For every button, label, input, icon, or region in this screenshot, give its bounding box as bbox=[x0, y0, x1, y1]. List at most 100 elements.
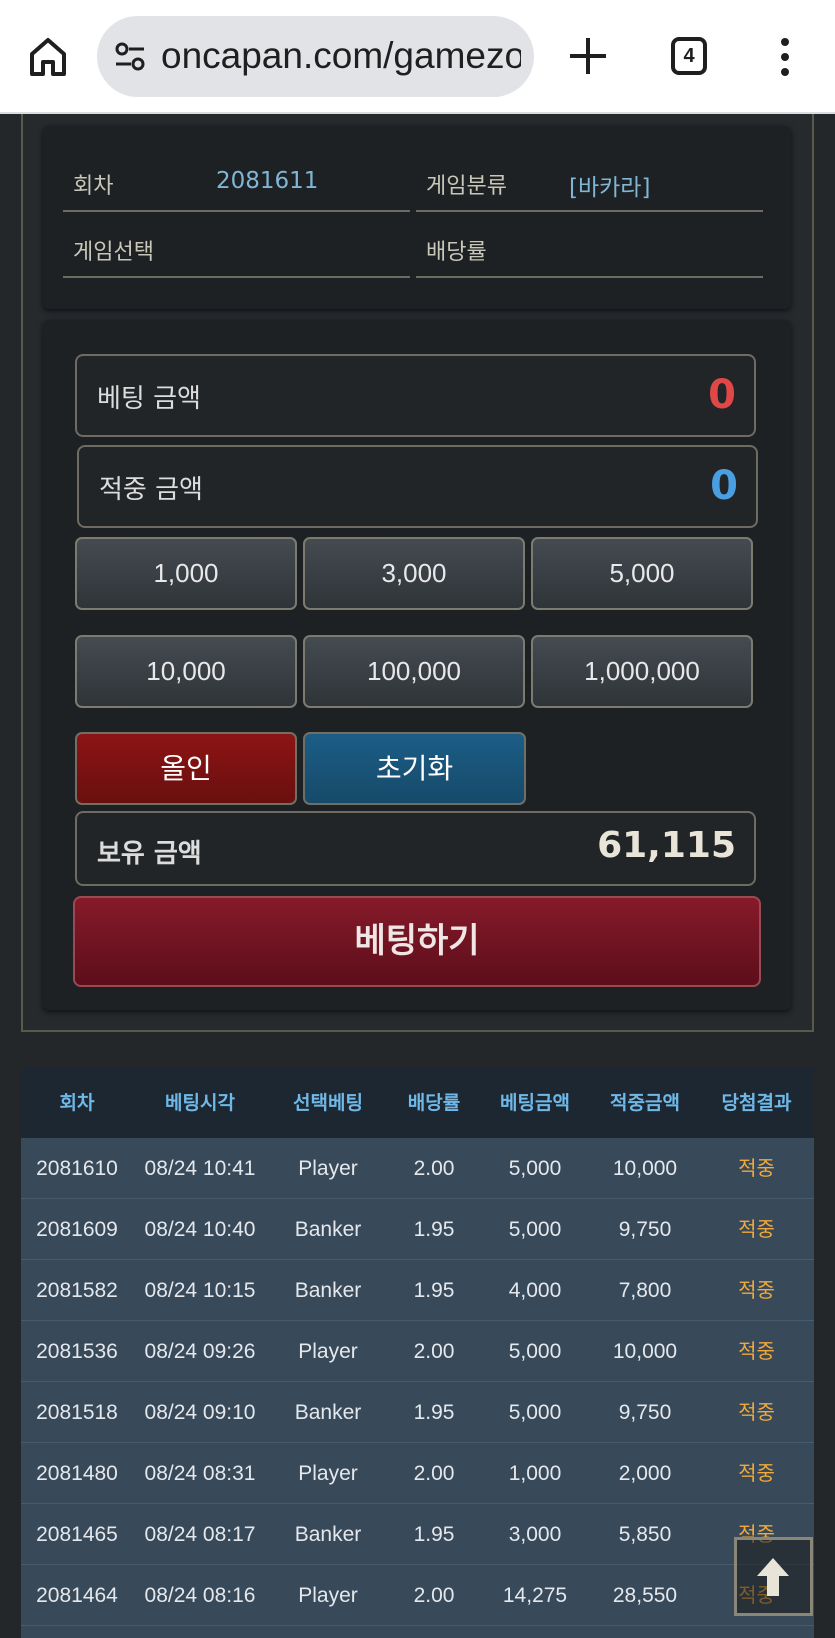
bet-cell: 3,000 bbox=[508, 1523, 562, 1546]
column-header: 적중금액 bbox=[610, 1092, 680, 1114]
odds-cell: 2.00 bbox=[413, 1157, 455, 1180]
odds-cell: 1.95 bbox=[413, 1523, 455, 1546]
round-cell: 2081582 bbox=[36, 1279, 118, 1302]
bet-cell: 1,000 bbox=[508, 1462, 562, 1485]
round-cell: 2081464 bbox=[36, 1584, 118, 1607]
time-cell: 08/24 10:40 bbox=[144, 1218, 256, 1241]
selection-cell: Banker bbox=[294, 1523, 362, 1546]
round-value: 2081611 bbox=[216, 168, 319, 194]
round-cell: 회차 2081611 bbox=[63, 156, 410, 212]
round-info-card: 회차 2081611 게임분류 [바카라] 게임선택 배당률 bbox=[43, 126, 791, 309]
table-row: 2081610 08/24 10:41 Player 2.00 5,000 10,000 적… bbox=[21, 1138, 814, 1199]
result-cell: 적중 bbox=[738, 1217, 775, 1241]
time-cell: 08/24 10:41 bbox=[144, 1157, 256, 1180]
column-header: 배당률 bbox=[407, 1092, 461, 1114]
win-cell: 28,550 bbox=[612, 1584, 678, 1607]
table-row: 2081464 08/24 08:16 Player 2.00 14,275 28,550… bbox=[21, 1565, 814, 1626]
win-cell: 10,000 bbox=[612, 1340, 678, 1363]
round-cell: 2081465 bbox=[36, 1523, 118, 1546]
table-row: 2081582 08/24 10:15 Banker 1.95 4,000 7,800 적중 bbox=[21, 1260, 814, 1321]
selection-label: 게임선택 bbox=[73, 240, 154, 265]
time-cell: 08/24 10:15 bbox=[144, 1279, 256, 1302]
odds-cell: 2.00 bbox=[413, 1340, 455, 1363]
round-cell: 2081518 bbox=[36, 1401, 118, 1424]
chip-100000-button[interactable]: 100,000 bbox=[303, 635, 525, 708]
win-amount-label: 적중 금액 bbox=[99, 475, 203, 505]
time-cell: 08/24 08:17 bbox=[144, 1523, 256, 1546]
round-cell: 2081610 bbox=[36, 1157, 118, 1180]
bet-cell: 5,000 bbox=[508, 1157, 562, 1180]
address-bar[interactable]: oncapan.com/gamezone bbox=[97, 16, 534, 97]
time-cell: 08/24 09:10 bbox=[144, 1401, 256, 1424]
site-settings-icon[interactable] bbox=[113, 40, 147, 74]
balance-label: 보유 금액 bbox=[97, 839, 202, 869]
bet-cell: 14,275 bbox=[502, 1584, 568, 1607]
more-options-icon[interactable] bbox=[773, 36, 797, 78]
odds-cell: 1.95 bbox=[413, 1401, 455, 1424]
category-cell: 게임분류 [바카라] bbox=[416, 156, 763, 212]
selection-cell: Banker bbox=[294, 1218, 362, 1241]
bet-cell: 5,000 bbox=[508, 1218, 562, 1241]
new-tab-icon[interactable] bbox=[566, 34, 610, 78]
scroll-to-top-button[interactable] bbox=[734, 1537, 813, 1616]
url-text[interactable]: oncapan.com/gamezone bbox=[161, 34, 521, 78]
browser-toolbar: oncapan.com/gamezone 4 bbox=[0, 0, 835, 114]
place-bet-button[interactable]: 베팅하기 bbox=[73, 896, 761, 987]
bet-cell: 5,000 bbox=[508, 1340, 562, 1363]
odds-cell: 배당률 bbox=[416, 222, 763, 278]
result-cell: 적중 bbox=[738, 1156, 775, 1180]
chip-1000-button[interactable]: 1,000 bbox=[75, 537, 297, 610]
result-cell: 적중 bbox=[738, 1400, 775, 1424]
win-cell: 2,000 bbox=[618, 1462, 672, 1485]
table-row: 2081536 08/24 09:26 Player 2.00 5,000 10,000 적… bbox=[21, 1321, 814, 1382]
selection-cell: Player bbox=[298, 1340, 358, 1363]
home-icon[interactable] bbox=[24, 32, 72, 80]
tab-switcher-button[interactable]: 4 bbox=[671, 37, 707, 75]
table-row: 2081465 08/24 08:17 Banker 1.95 3,000 5,850 적중 bbox=[21, 1504, 814, 1565]
selection-cell: Player bbox=[298, 1157, 358, 1180]
bet-cell: 4,000 bbox=[508, 1279, 562, 1302]
round-cell: 2081480 bbox=[36, 1462, 118, 1485]
round-cell: 2081536 bbox=[36, 1340, 118, 1363]
balance-box: 보유 금액 61,115 bbox=[75, 811, 756, 886]
table-row: 2081518 08/24 09:10 Banker 1.95 5,000 9,750 적중 bbox=[21, 1382, 814, 1443]
column-header: 당첨결과 bbox=[721, 1092, 792, 1114]
odds-label: 배당률 bbox=[426, 240, 487, 265]
odds-cell: 2.00 bbox=[413, 1584, 455, 1607]
bet-amount-label: 베팅 금액 bbox=[97, 384, 201, 414]
all-in-button[interactable]: 올인 bbox=[75, 732, 297, 805]
bet-history-table: 회차 베팅시각 선택베팅 배당률 베팅금액 적중금액 당첨결과 2081610 0… bbox=[21, 1068, 814, 1638]
balance-value: 61,115 bbox=[597, 825, 736, 866]
column-header: 베팅금액 bbox=[500, 1092, 570, 1114]
selection-cell: Player bbox=[298, 1462, 358, 1485]
result-cell: 적중 bbox=[738, 1339, 775, 1363]
arrow-up-icon bbox=[757, 1558, 789, 1596]
time-cell: 08/24 08:16 bbox=[144, 1584, 256, 1607]
odds-cell: 1.95 bbox=[413, 1279, 455, 1302]
category-label: 게임분류 bbox=[426, 174, 507, 199]
reset-button[interactable]: 초기화 bbox=[303, 732, 526, 805]
time-cell: 08/24 09:26 bbox=[144, 1340, 256, 1363]
table-header: 회차 베팅시각 선택베팅 배당률 베팅금액 적중금액 당첨결과 bbox=[21, 1068, 814, 1138]
round-cell: 2081609 bbox=[36, 1218, 118, 1241]
chip-3000-button[interactable]: 3,000 bbox=[303, 537, 525, 610]
bet-amount-box: 베팅 금액 0 bbox=[75, 354, 756, 437]
chip-1000000-button[interactable]: 1,000,000 bbox=[531, 635, 753, 708]
category-value: [바카라] bbox=[569, 175, 651, 201]
time-cell: 08/24 08:31 bbox=[144, 1462, 256, 1485]
selection-cell: Banker bbox=[294, 1279, 362, 1302]
selection-cell: Banker bbox=[294, 1401, 362, 1424]
selection-cell: Player bbox=[298, 1584, 358, 1607]
bet-amount-value: 0 bbox=[708, 372, 736, 418]
table-row: 2081609 08/24 10:40 Banker 1.95 5,000 9,750 적중 bbox=[21, 1199, 814, 1260]
win-cell: 9,750 bbox=[618, 1401, 672, 1424]
win-amount-box: 적중 금액 0 bbox=[77, 445, 758, 528]
win-amount-value: 0 bbox=[710, 463, 738, 509]
odds-cell: 2.00 bbox=[413, 1462, 455, 1485]
odds-cell: 1.95 bbox=[413, 1218, 455, 1241]
column-header: 회차 bbox=[59, 1092, 95, 1114]
result-cell: 적중 bbox=[738, 1461, 775, 1485]
chip-5000-button[interactable]: 5,000 bbox=[531, 537, 753, 610]
column-header: 베팅시각 bbox=[165, 1092, 235, 1114]
chip-10000-button[interactable]: 10,000 bbox=[75, 635, 297, 708]
